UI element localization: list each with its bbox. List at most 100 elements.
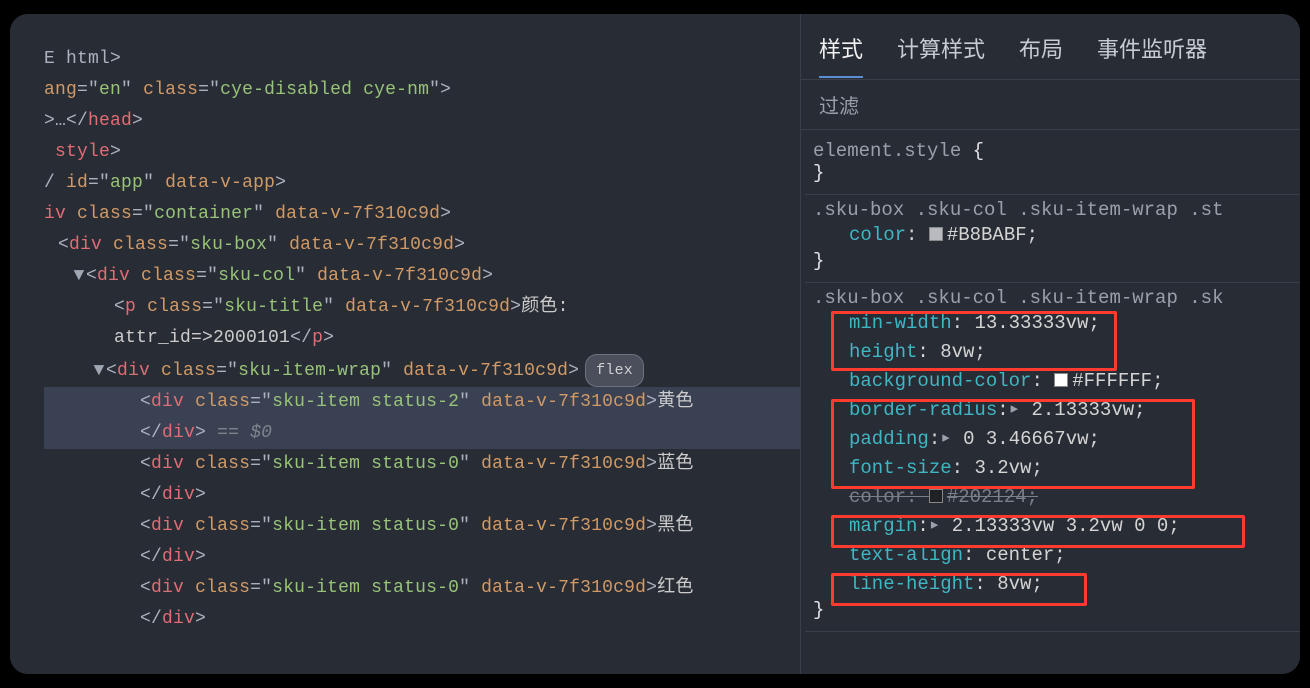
text-node: attr_id=>	[114, 328, 213, 348]
dom-line[interactable]: >…</head>	[44, 106, 800, 137]
property-value: 2.13333vw 3.2vw 0 0	[952, 515, 1169, 537]
attr-value: sku-item status-0	[272, 516, 459, 536]
dom-line[interactable]: </div>	[44, 480, 800, 511]
tag-name: div	[162, 609, 195, 629]
declaration-overridden[interactable]: color: #202124;	[813, 483, 1300, 512]
text-node: 红色	[657, 578, 693, 598]
rule-block[interactable]: .sku-box .sku-col .sku-item-wrap .st col…	[805, 195, 1300, 283]
attr-name: data-v-7f310c9d	[289, 235, 454, 255]
tag-name: style	[55, 142, 110, 162]
property-name: line-height	[849, 573, 974, 595]
tag-name: p	[312, 328, 323, 348]
styles-tabs: 样式 计算样式 布局 事件监听器	[801, 14, 1300, 79]
dom-line[interactable]: ▼<div class="sku-item-wrap" data-v-7f310…	[44, 354, 800, 387]
property-value: #202124	[947, 486, 1027, 508]
disclosure-triangle-icon[interactable]: ▸	[1009, 395, 1020, 424]
declaration[interactable]: border-radius:▸ 2.13333vw;	[813, 396, 1300, 425]
attr-name: ang	[44, 80, 77, 100]
attr-name: class	[195, 516, 250, 536]
attr-name: data-v-7f310c9d	[481, 516, 646, 536]
color-swatch-icon[interactable]	[1054, 373, 1068, 387]
tab-styles[interactable]: 样式	[819, 32, 863, 78]
dom-line[interactable]: </div>	[44, 542, 800, 573]
text-node: 黄色	[657, 392, 693, 412]
elements-panel[interactable]: E html> ang="en" class="cye-disabled cye…	[10, 14, 800, 674]
declaration[interactable]: font-size: 3.2vw;	[813, 454, 1300, 483]
tag-name: div	[117, 361, 150, 381]
styles-filter-input[interactable]: 过滤	[801, 79, 1300, 130]
dom-line[interactable]: ▼<div class="sku-col" data-v-7f310c9d>	[44, 261, 800, 292]
declaration[interactable]: height: 8vw;	[813, 338, 1300, 367]
dom-line[interactable]: ang="en" class="cye-disabled cye-nm">	[44, 75, 800, 106]
dom-line-selected[interactable]: </div> == $0	[44, 418, 800, 449]
tab-computed[interactable]: 计算样式	[897, 32, 985, 64]
dom-line[interactable]: attr_id=>2000101</p>	[44, 323, 800, 354]
dom-line[interactable]: <div class="sku-box" data-v-7f310c9d>	[44, 230, 800, 261]
tag-name: div	[162, 423, 195, 443]
style-rules: element.style { } .sku-box .sku-col .sku…	[801, 130, 1300, 638]
property-value: center	[986, 544, 1054, 566]
property-name: margin	[849, 515, 917, 537]
property-name: border-radius	[849, 399, 997, 421]
declaration[interactable]: margin:▸ 2.13333vw 3.2vw 0 0;	[813, 512, 1300, 541]
property-name: text-align	[849, 544, 963, 566]
rule-element-style[interactable]: element.style { }	[805, 136, 1300, 195]
attr-name: data-v-7f310c9d	[481, 454, 646, 474]
attr-name: data-v-7f310c9d	[317, 266, 482, 286]
dom-fragment: >…</	[44, 111, 88, 131]
attr-name: class	[161, 361, 216, 381]
dom-line[interactable]: / id="app" data-v-app>	[44, 168, 800, 199]
attr-value: sku-col	[218, 266, 295, 286]
attr-value: cye-disabled cye-nm	[220, 80, 429, 100]
attr-name: class	[195, 454, 250, 474]
tag-name: div	[69, 235, 102, 255]
tab-layout[interactable]: 布局	[1019, 32, 1063, 64]
declaration[interactable]: min-width: 13.33333vw;	[813, 309, 1300, 338]
property-value: #B8BABF	[947, 224, 1027, 246]
color-swatch-icon[interactable]	[929, 489, 943, 503]
attr-value: app	[110, 173, 143, 193]
declaration[interactable]: text-align: center;	[813, 541, 1300, 570]
tab-listeners[interactable]: 事件监听器	[1097, 32, 1207, 64]
selected-marker: == $0	[217, 423, 272, 443]
dom-line[interactable]: style>	[44, 137, 800, 168]
attr-name: class	[195, 392, 250, 412]
attr-name: class	[77, 204, 132, 224]
dom-line[interactable]: </div>	[44, 604, 800, 635]
dom-line[interactable]: <div class="sku-item status-0" data-v-7f…	[44, 511, 800, 542]
tag-name: div	[151, 454, 184, 474]
property-value: 8vw	[997, 573, 1031, 595]
rule-block[interactable]: .sku-box .sku-col .sku-item-wrap .sk min…	[805, 283, 1300, 632]
attr-name: class	[143, 80, 198, 100]
dom-line[interactable]: <p class="sku-title" data-v-7f310c9d>颜色:	[44, 292, 800, 323]
disclosure-triangle-icon[interactable]: ▸	[940, 424, 951, 453]
flex-badge[interactable]: flex	[585, 354, 644, 387]
declaration[interactable]: color: #B8BABF;	[813, 221, 1300, 250]
dom-line[interactable]: iv class="container" data-v-7f310c9d>	[44, 199, 800, 230]
attr-name: id	[66, 173, 88, 193]
declaration[interactable]: padding:▸ 0 3.46667vw;	[813, 425, 1300, 454]
attr-value: sku-title	[224, 297, 323, 317]
devtools-window: E html> ang="en" class="cye-disabled cye…	[10, 14, 1300, 674]
tag-name: div	[162, 547, 195, 567]
tag-name: div	[151, 516, 184, 536]
selector: .sku-box .sku-col .sku-item-wrap .sk	[813, 287, 1300, 309]
disclosure-triangle-icon[interactable]: ▸	[929, 511, 940, 540]
declaration[interactable]: line-height: 8vw;	[813, 570, 1300, 599]
attr-value: sku-item-wrap	[238, 361, 381, 381]
attr-value: sku-item status-2	[272, 392, 459, 412]
expand-toggle-icon[interactable]: ▼	[72, 261, 86, 292]
expand-toggle-icon[interactable]: ▼	[92, 356, 106, 387]
text-node: 黑色	[657, 516, 693, 536]
attr-name: data-v-7f310c9d	[403, 361, 568, 381]
declaration[interactable]: background-color: #FFFFFF;	[813, 367, 1300, 396]
color-swatch-icon[interactable]	[929, 227, 943, 241]
tag-name: div	[151, 578, 184, 598]
dom-line[interactable]: <div class="sku-item status-0" data-v-7f…	[44, 449, 800, 480]
property-name: color	[849, 486, 906, 508]
dom-line-selected[interactable]: <div class="sku-item status-2" data-v-7f…	[44, 387, 800, 418]
property-name: min-width	[849, 312, 952, 334]
text-node: 蓝色	[657, 454, 693, 474]
dom-line[interactable]: E html>	[44, 44, 800, 75]
dom-line[interactable]: <div class="sku-item status-0" data-v-7f…	[44, 573, 800, 604]
